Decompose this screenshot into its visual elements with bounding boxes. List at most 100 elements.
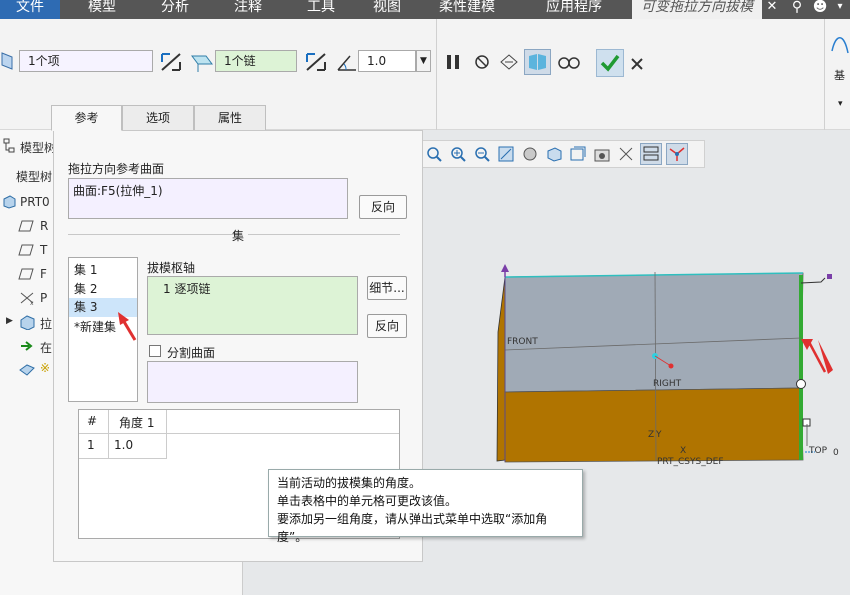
view-manager-icon[interactable] [594,146,610,162]
table-header-angle: 角度 1 [119,416,155,430]
apply-button[interactable] [596,49,624,77]
zoom-in-icon[interactable] [450,146,466,162]
angle-input[interactable]: 1.0 [358,50,416,72]
view-toolbar [421,140,705,168]
set-item-2[interactable]: 集 2 [74,280,97,298]
hinge-label: 拔模枢轴 [147,261,196,275]
csys-icon: x [20,292,34,306]
model-front-face [504,387,804,463]
split-surface-checkbox[interactable] [149,345,161,357]
insert-here-icon [21,341,33,351]
datum-plane-icon [18,268,34,280]
details-button[interactable]: 细节... [367,276,407,300]
pointer-arrow-right [818,340,833,374]
cancel-icon[interactable] [630,57,644,71]
menu-apps[interactable]: 应用程序 [532,0,616,19]
menu-flexible[interactable]: 柔性建模 [422,0,512,19]
spin-center-toggle[interactable] [666,143,688,165]
set-item-1[interactable]: 集 1 [74,261,97,279]
refit-icon[interactable] [498,146,514,162]
curve-icon[interactable] [830,31,850,61]
menu-annotate[interactable]: 注释 [218,0,278,19]
search-icon[interactable]: ⚲ [789,0,805,19]
ref-surface-value: 曲面:F5(拉伸_1) [73,184,163,198]
glasses-icon[interactable] [558,54,580,70]
table-cell-angle[interactable]: 1.0 [114,438,133,452]
zoom-to-fit-icon[interactable] [426,146,442,162]
tree-item-csys[interactable]: P [40,291,47,305]
tab-references[interactable]: 参考 [51,105,122,131]
base-group-dropdown-icon[interactable]: ▾ [838,99,843,109]
no-preview-icon[interactable] [474,54,490,70]
table-col-divider [108,410,109,458]
tree-item-extrude[interactable]: 拉 [40,315,52,332]
set-section-label: 集 [232,229,245,243]
tab-properties[interactable]: 属性 [194,105,266,131]
datum-plane-icon [18,244,34,256]
tooltip-line-2: 单击表格中的单元格可更改该值。 [277,494,458,508]
hinge-icon [191,55,213,72]
preview-icon[interactable] [498,52,520,72]
menu-analysis[interactable]: 分析 [145,0,205,19]
menu-tools[interactable]: 工具 [291,0,351,19]
zoom-out-icon[interactable] [474,146,490,162]
menu-model[interactable]: 模型 [72,0,132,19]
verify-preview-toggle[interactable] [524,49,551,75]
datum-label-top-suffix: 0 [833,448,839,458]
datum-display-toggle[interactable] [640,143,662,165]
table-col-divider [166,410,167,458]
model-tree-header[interactable]: 模型树 [20,139,56,156]
flip-hinge-icon[interactable] [304,50,328,74]
perspective-icon[interactable] [618,146,634,162]
tab-options[interactable]: 选项 [122,105,194,131]
angle-dropdown-icon[interactable]: ▼ [416,50,431,72]
model-left-face [496,276,506,462]
tree-item-insert[interactable]: 在 [40,339,52,356]
menu-file[interactable]: 文件 [0,0,60,19]
split-surface-label: 分割曲面 [167,346,216,360]
help-icon[interactable]: ☻ [811,0,829,19]
hinge-collector[interactable]: 1 逐项链 [147,276,358,335]
datum-label-top: TOP [809,446,828,456]
menu-view[interactable]: 视图 [357,0,417,19]
ribbon-divider [436,19,437,130]
saved-views-icon[interactable] [570,146,586,162]
surface-collector-field[interactable]: 1个项 [19,50,153,72]
expand-icon[interactable]: ▶ [6,316,13,326]
new-set-item[interactable]: *新建集 [74,318,116,336]
axis-label-x: X [680,446,687,456]
ref-surface-collector[interactable]: 曲面:F5(拉伸_1) [68,178,348,219]
table-header-index: # [87,414,98,428]
pointer-arrow-left [118,312,137,341]
flip-direction-icon[interactable] [159,50,183,74]
reorient-icon[interactable] [522,146,538,162]
datum-plane-icon [18,220,34,232]
spin-center-icon [669,147,685,161]
csys-label: PRT_CSYS_DEF [657,457,724,467]
angle-icon [337,55,356,71]
menu-bar: 文件 模型 分析 注释 工具 视图 柔性建模 应用程序 可变拖拉方向拔模 ✕ ⚲… [0,0,850,19]
dropdown-icon[interactable]: ▾ [834,0,846,19]
tree-item-top[interactable]: T [40,243,47,257]
tree-item-right[interactable]: R [40,219,48,233]
flip-surface-button[interactable]: 反向 [359,195,407,219]
checkmark-icon [600,54,620,72]
tree-item-draft[interactable]: ※ [40,361,50,375]
hinge-value: 1 逐项链 [163,282,211,296]
axis-label-z: Z [648,430,655,440]
tree-item-part[interactable]: PRT0 [20,195,50,209]
menu-active-tab[interactable]: 可变拖拉方向拔模 [632,0,762,19]
svg-text:x: x [30,300,34,306]
flip-hinge-button[interactable]: 反向 [367,314,407,338]
model-top-face [504,272,804,393]
sets-list[interactable]: 集 1 集 2 集 3 *新建集 [68,257,138,402]
close-tab-icon[interactable]: ✕ [766,0,778,19]
tree-item-front[interactable]: F [40,267,47,281]
model-tree-subheader: 模型树 [16,170,53,184]
pause-icon[interactable] [446,54,460,70]
split-surface-collector[interactable] [147,361,358,403]
display-style-icon[interactable] [546,146,562,162]
chain-collector-field[interactable]: 1个链 [215,50,297,72]
extrude-icon [20,315,35,330]
base-group-label: 基 [834,69,845,82]
